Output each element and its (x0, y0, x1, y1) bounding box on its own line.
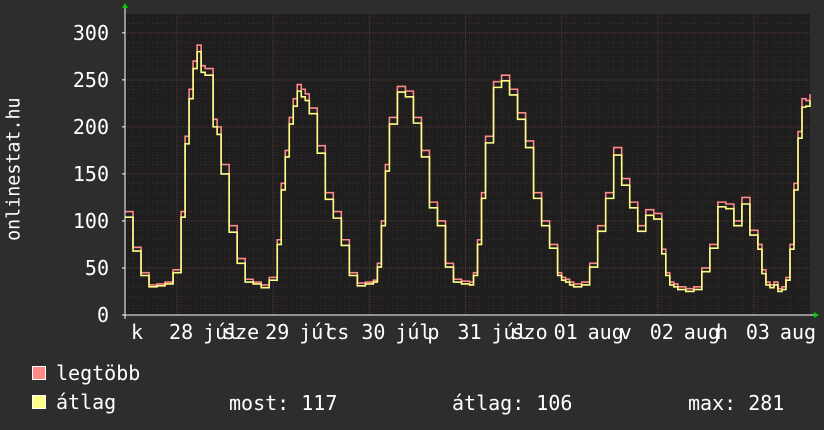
y-tick-label: 100 (73, 209, 109, 233)
x-tick-label: 02 (650, 320, 674, 344)
y-tick-label: 0 (97, 303, 109, 327)
y-axis-arrow (122, 3, 128, 8)
x-tick-label: 31 (457, 320, 481, 344)
stat-most: most: 117 (229, 391, 338, 415)
legend-label-legtobb: legtöbb (56, 361, 141, 385)
x-tick-label: aug (780, 320, 816, 344)
x-tick-label: júl (395, 320, 431, 344)
x-tick-label: v (620, 320, 632, 344)
y-tick-label: 250 (73, 68, 109, 92)
y-axis-label: onlinestat.hu (3, 97, 24, 240)
x-tick-label: cs (325, 320, 349, 344)
x-tick-label: 30 (361, 320, 385, 344)
legend-label-atlag: átlag (56, 390, 117, 414)
x-tick-label: sze (223, 320, 259, 344)
stat-max: max: 281 (688, 391, 785, 415)
x-tick-label: 28 (169, 320, 193, 344)
legend-item-atlag: átlag (32, 390, 117, 414)
legend-item-legtobb: legtöbb (32, 361, 141, 385)
legend-swatch-legtobb (32, 366, 46, 380)
x-tick-label: aug (588, 320, 624, 344)
legend-swatch-atlag (32, 395, 46, 409)
stat-atlag: átlag: 106 (452, 391, 573, 415)
y-tick-label: 200 (73, 115, 109, 139)
y-tick-label: 50 (85, 256, 109, 280)
x-tick-label: k (131, 320, 143, 344)
chart-root: 0 50 100 150 200 250 300 k 28 júl sze 29 júl cs 30 júl… (0, 0, 824, 430)
x-axis-arrow (814, 312, 819, 318)
x-tick-label: 01 (554, 320, 578, 344)
x-tick-label: 29 (265, 320, 289, 344)
x-tick-labels: k 28 júlsze 29 júlcs 30 júlp 31 júlszo 01 augv 02 au… (131, 320, 816, 344)
y-tick-labels: 0 50 100 150 200 250 300 (73, 21, 125, 327)
x-tick-label: szo (512, 320, 548, 344)
x-tick-label: p (427, 320, 439, 344)
y-tick-label: 300 (73, 21, 109, 45)
x-tick-label: h (716, 320, 728, 344)
x-tick-label: 03 (746, 320, 770, 344)
y-axis-label-box: onlinestat.hu (3, 97, 24, 240)
y-tick-label: 150 (73, 162, 109, 186)
x-tick-label: aug (684, 320, 720, 344)
